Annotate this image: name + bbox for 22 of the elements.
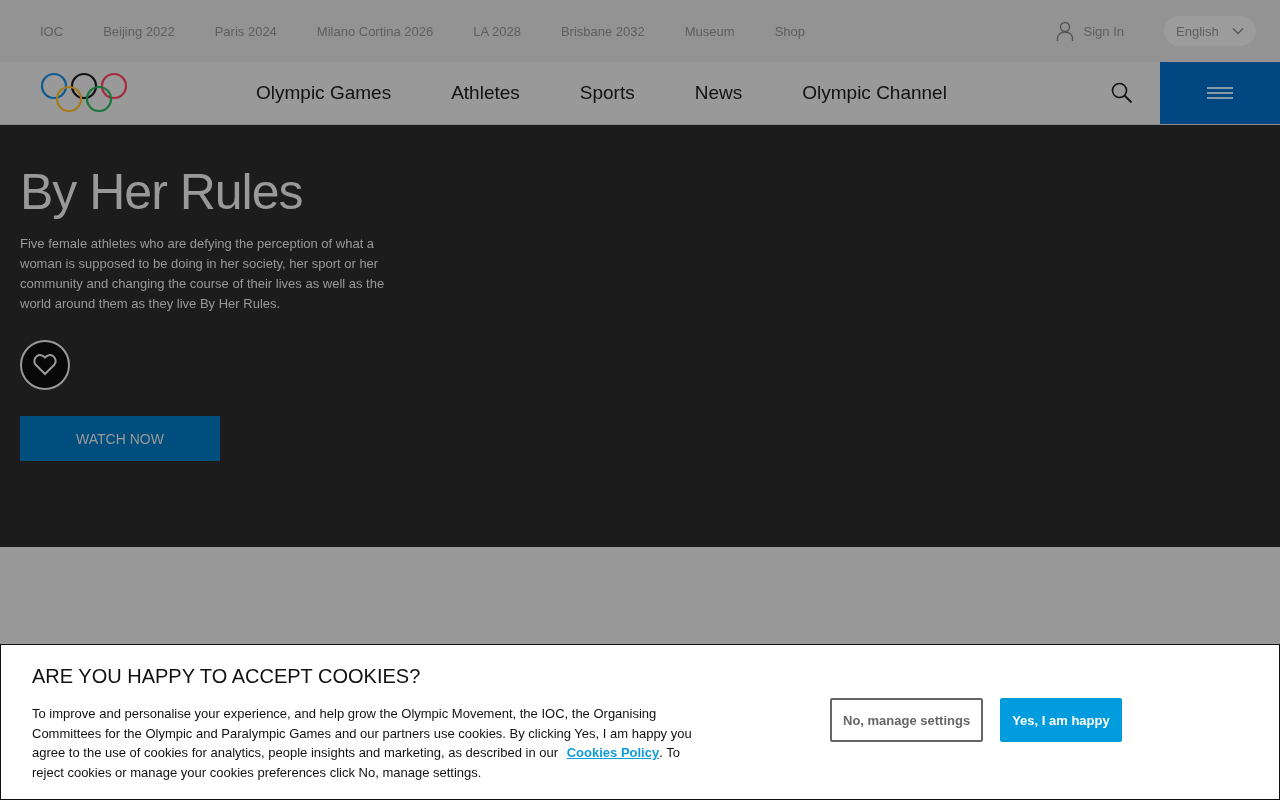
manage-settings-button[interactable]: No, manage settings xyxy=(830,698,984,742)
nav-link[interactable]: Sports xyxy=(579,82,635,104)
hero-title: By Her Rules xyxy=(20,165,303,220)
hero-description: Five female athletes who are defying the perception of what a woman is supposed to be doing in her society, her sport or her community and changing the course of their lives as well as the world around them as they live By Her Rules. xyxy=(20,235,386,313)
heart-icon xyxy=(32,353,58,377)
nav-link[interactable]: Athletes xyxy=(451,82,520,104)
chevron-down-icon xyxy=(1232,27,1244,35)
search-icon xyxy=(1111,82,1133,104)
nav-link[interactable]: Olympic Channel xyxy=(802,82,947,104)
menu-icon xyxy=(1207,87,1233,99)
nav-link[interactable]: News xyxy=(694,82,743,104)
menu-button[interactable] xyxy=(1160,62,1280,124)
cookie-title: ARE YOU HAPPY TO ACCEPT COOKIES? xyxy=(32,665,422,688)
cookie-text: To improve and personalise your experience, and help grow the Olympic Movement, the IOC, the Organising Committees for the Olympic and Paralympic Games and our partners use cookies. By clicking Yes, I am happy you agree to the use of cookies for analytics, people insights and marketing, as described in our Cookies Policy. To reject cookies or manage your cookies preferences click No, manage settings. xyxy=(32,705,693,782)
olympic-rings-logo[interactable] xyxy=(40,72,128,114)
accept-cookies-button[interactable]: Yes, I am happy xyxy=(1000,698,1122,742)
language-selector[interactable]: English xyxy=(1164,16,1256,46)
favorite-button[interactable] xyxy=(20,340,70,390)
cookies-policy-link[interactable]: Cookies Policy xyxy=(566,745,660,760)
watch-now-button[interactable]: WATCH NOW xyxy=(20,416,220,461)
user-icon xyxy=(1055,21,1074,41)
nav-link[interactable]: Olympic Games xyxy=(256,82,392,104)
